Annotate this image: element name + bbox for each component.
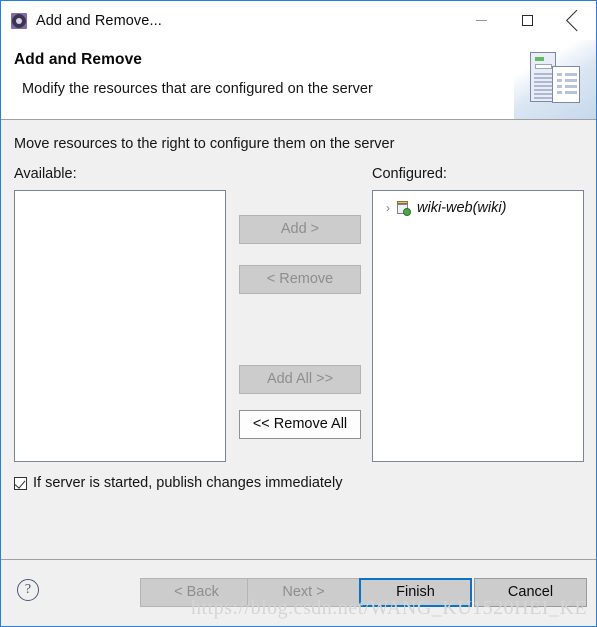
remove-all-button[interactable]: << Remove All <box>239 410 361 439</box>
back-button[interactable]: < Back <box>140 578 253 607</box>
configured-listbox[interactable]: › wiki-web(wiki) <box>372 190 584 462</box>
page-title: Add and Remove <box>14 51 143 68</box>
add-all-button[interactable]: Add All >> <box>239 365 361 394</box>
help-icon[interactable]: ? <box>17 579 39 601</box>
document-icon <box>552 66 580 103</box>
finish-button[interactable]: Finish <box>359 578 472 607</box>
publish-immediately-checkbox[interactable] <box>14 476 27 490</box>
gear-icon <box>11 12 27 29</box>
cancel-button[interactable]: Cancel <box>474 578 587 607</box>
maximize-icon <box>521 15 533 26</box>
title-bar: Add and Remove... <box>1 1 596 40</box>
dialog-body: Move resources to the right to configure… <box>1 120 596 559</box>
available-label: Available: <box>14 166 77 182</box>
window-controls <box>458 1 596 40</box>
add-and-remove-dialog: Add and Remove... Add and Remove Modify … <box>0 0 597 627</box>
minimize-icon <box>475 20 487 21</box>
dialog-banner: Add and Remove Modify the resources that… <box>1 40 596 119</box>
configured-label: Configured: <box>372 166 447 182</box>
web-module-icon <box>395 200 411 216</box>
tree-item-label: wiki-web(wiki) <box>417 200 507 216</box>
close-button[interactable] <box>550 1 596 40</box>
tree-item-wiki-web[interactable]: › wiki-web(wiki) <box>381 198 506 218</box>
publish-immediately-row[interactable]: If server is started, publish changes im… <box>14 475 342 491</box>
instruction-text: Move resources to the right to configure… <box>14 136 395 152</box>
remove-button[interactable]: < Remove <box>239 265 361 294</box>
page-subtitle: Modify the resources that are configured… <box>22 81 373 97</box>
publish-immediately-label: If server is started, publish changes im… <box>33 475 343 491</box>
chevron-right-icon[interactable]: › <box>381 202 395 214</box>
maximize-button[interactable] <box>504 1 550 40</box>
server-and-document-icon <box>514 40 596 119</box>
checkmark-icon <box>14 476 26 489</box>
window-title: Add and Remove... <box>36 12 162 29</box>
minimize-button[interactable] <box>458 1 504 40</box>
available-listbox[interactable] <box>14 190 226 462</box>
dialog-footer: ? < Back Next > Finish Cancel <box>1 560 596 626</box>
next-button[interactable]: Next > <box>247 578 360 607</box>
close-icon <box>567 14 580 27</box>
add-button[interactable]: Add > <box>239 215 361 244</box>
